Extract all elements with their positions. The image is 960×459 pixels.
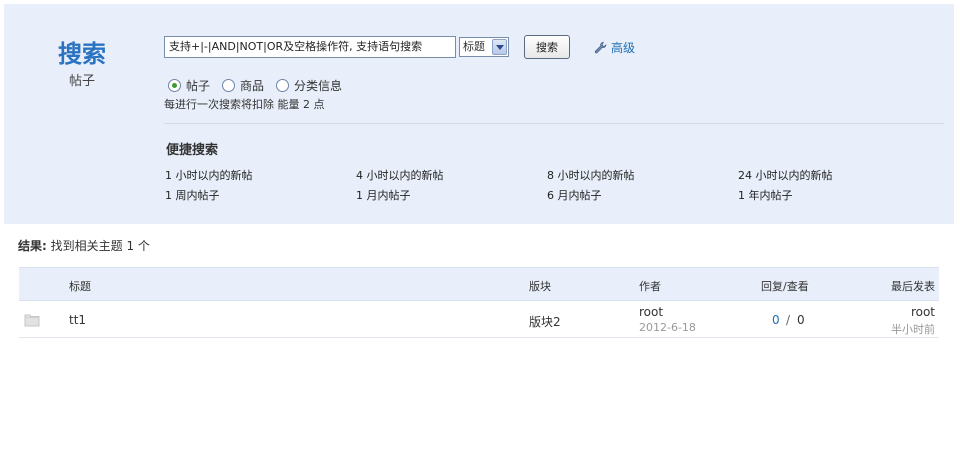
result-summary: 结果: 找到相关主题 1 个 [18, 237, 150, 254]
search-button[interactable]: 搜索 [524, 35, 570, 59]
quick-link-6m[interactable]: 6 月内帖子 [547, 187, 738, 203]
thread-author-link[interactable]: root [639, 305, 663, 319]
chevron-down-icon[interactable] [492, 39, 507, 55]
result-label: 结果: [18, 239, 47, 253]
quick-link-24h[interactable]: 24 小时以内的新帖 [738, 167, 929, 183]
quick-link-1h[interactable]: 1 小时以内的新帖 [165, 167, 356, 183]
type-option-classified[interactable]: 分类信息 [276, 77, 342, 94]
quick-link-1w[interactable]: 1 周内帖子 [165, 187, 356, 203]
type-option-label: 商品 [240, 79, 265, 93]
radio-goods[interactable] [222, 79, 236, 92]
type-option-label: 帖子 [186, 79, 211, 93]
thread-title-link[interactable]: tt1 [69, 313, 86, 327]
search-input[interactable]: 支持+|-|AND|NOT|OR及空格操作符, 支持语句搜索 [164, 36, 456, 58]
quick-link-8h[interactable]: 8 小时以内的新帖 [547, 167, 738, 183]
thread-forum-link[interactable]: 版块2 [529, 313, 561, 330]
page-title: 搜索 [58, 39, 106, 68]
quick-link-4h[interactable]: 4 小时以内的新帖 [356, 167, 547, 183]
result-text: 找到相关主题 1 个 [50, 239, 150, 253]
search-panel: 搜索 帖子 支持+|-|AND|NOT|OR及空格操作符, 支持语句搜索 标题 … [4, 4, 954, 224]
column-header-title: 标题 [69, 280, 91, 293]
replies-views-separator: / [786, 313, 791, 327]
search-scope-select[interactable]: 标题 [459, 37, 509, 57]
radio-posts[interactable] [168, 79, 181, 92]
results-table-header: 标题 版块 作者 回复/查看 最后发表 [19, 267, 939, 301]
quick-link-1y[interactable]: 1 年内帖子 [738, 187, 929, 203]
column-header-replies-views: 回复/查看 [761, 280, 809, 293]
quick-search-title: 便捷搜索 [166, 143, 219, 158]
thread-view-count: 0 [797, 313, 805, 327]
page-subtitle: 帖子 [68, 74, 95, 89]
column-header-last-post: 最后发表 [891, 280, 935, 293]
advanced-search-link[interactable]: 高级 [594, 39, 635, 56]
thread-folder-icon [24, 314, 40, 327]
last-post-user-link[interactable]: root [911, 305, 935, 319]
search-scope-value: 标题 [463, 40, 485, 53]
search-type-options: 帖子 商品 分类信息 [168, 77, 342, 94]
column-header-forum: 版块 [529, 280, 551, 293]
thread-date: 2012-6-18 [639, 321, 696, 334]
column-header-author: 作者 [639, 280, 661, 293]
advanced-search-label: 高级 [611, 41, 636, 55]
table-row: tt1 版块2 root 2012-6-18 0 / 0 root 半小时前 [19, 302, 939, 338]
type-option-goods[interactable]: 商品 [222, 77, 264, 94]
divider [164, 123, 944, 124]
last-post-time: 半小时前 [891, 323, 935, 336]
quick-search-links: 1 小时以内的新帖 4 小时以内的新帖 8 小时以内的新帖 24 小时以内的新帖… [165, 167, 945, 203]
thread-reply-count[interactable]: 0 [772, 313, 780, 327]
type-option-posts[interactable]: 帖子 [168, 77, 210, 94]
wrench-icon [594, 41, 607, 53]
quick-link-1m[interactable]: 1 月内帖子 [356, 187, 547, 203]
radio-classified[interactable] [276, 79, 290, 92]
energy-cost-note: 每进行一次搜索将扣除 能量 2 点 [164, 98, 325, 111]
type-option-label: 分类信息 [294, 79, 343, 93]
